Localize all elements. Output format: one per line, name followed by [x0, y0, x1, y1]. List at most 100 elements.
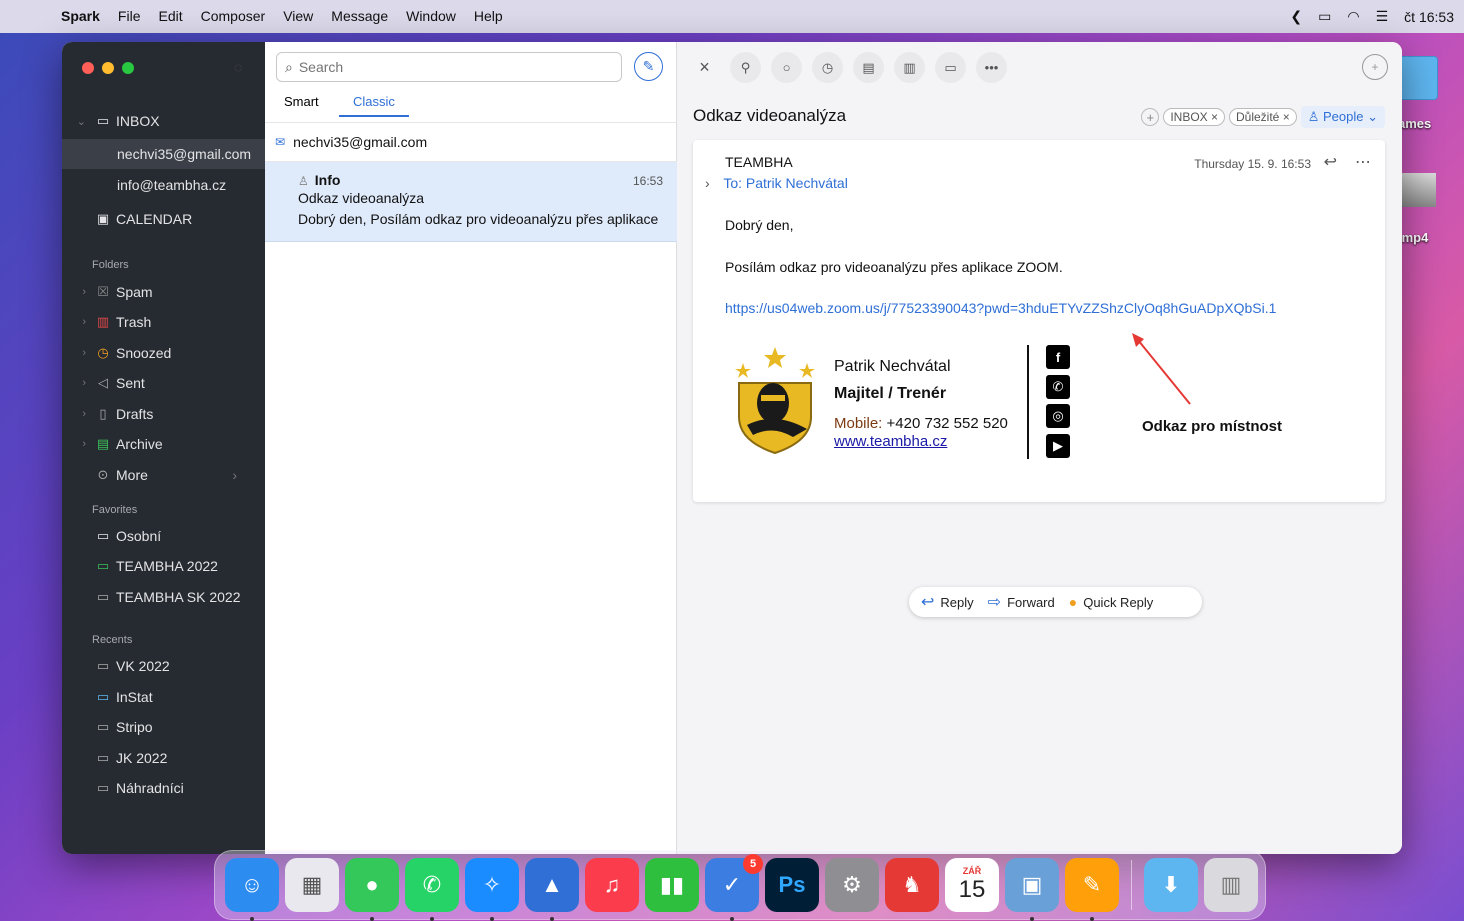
pages-icon[interactable]: ✎: [1065, 858, 1119, 921]
sidebar-item-sent[interactable]: › ◁ Sent: [62, 368, 265, 398]
minimize-window-button[interactable]: [102, 62, 114, 74]
chevron-down-icon[interactable]: ⌄: [62, 115, 92, 128]
sidebar-item-recent[interactable]: ▭ JK 2022: [62, 743, 265, 773]
instagram-icon[interactable]: ◎: [1046, 404, 1070, 428]
red-app-icon[interactable]: ♞: [885, 858, 939, 912]
mark-read-icon[interactable]: ○: [771, 52, 802, 83]
facebook-icon[interactable]: f: [1046, 345, 1070, 369]
messages-icon[interactable]: ●: [345, 858, 399, 921]
more-icon[interactable]: ⋯: [1355, 152, 1371, 172]
desktop-folder-icon[interactable]: [1398, 56, 1438, 100]
sidebar-item-snoozed[interactable]: › ◷ Snoozed: [62, 338, 265, 368]
chevron-right-icon[interactable]: ›: [62, 438, 92, 450]
reply-button[interactable]: ↩ Reply: [921, 592, 974, 612]
move-folder-icon[interactable]: ▭: [935, 52, 966, 83]
tab-smart[interactable]: Smart: [284, 94, 319, 109]
search-input[interactable]: [298, 59, 599, 75]
quick-reply-button[interactable]: ● Quick Reply: [1069, 594, 1154, 610]
menu-window[interactable]: Window: [397, 0, 465, 33]
menu-composer[interactable]: Composer: [192, 0, 275, 33]
chevron-right-icon[interactable]: ›: [62, 347, 92, 359]
list-item[interactable]: ♙ Info 16:53 Odkaz videoanalýza Dobrý den…: [265, 162, 677, 242]
sidebar-item-recent[interactable]: ▭ Náhradníci: [62, 773, 265, 803]
sidebar-item-more[interactable]: ⊙ More ›: [62, 460, 265, 490]
sidebar-account-gmail[interactable]: nechvi35@gmail.com: [62, 139, 265, 169]
chevron-right-icon[interactable]: ›: [62, 408, 92, 420]
sidebar-item-trash[interactable]: › ▥ Trash: [62, 307, 265, 337]
add-label-icon[interactable]: +: [1141, 108, 1160, 126]
safari-icon[interactable]: ✧: [465, 858, 519, 921]
email-recipients[interactable]: › To: Patrik Nechvátal: [705, 175, 848, 191]
sync-icon[interactable]: ◌: [234, 59, 242, 75]
chevron-right-icon[interactable]: ›: [62, 286, 92, 298]
pin-icon[interactable]: ⚲: [730, 52, 761, 83]
signature-website-link[interactable]: www.teambha.cz: [834, 433, 947, 450]
calendar-icon[interactable]: ZÁŘ 15: [945, 858, 999, 912]
close-window-button[interactable]: [82, 62, 94, 74]
sidebar-item-spam[interactable]: › ☒ Spam: [62, 277, 265, 307]
chevron-left-icon[interactable]: ❮: [1290, 8, 1302, 25]
chevron-right-icon[interactable]: ›: [62, 377, 92, 389]
control-center-icon[interactable]: ☰: [1376, 8, 1389, 25]
reply-icon[interactable]: ↩: [1324, 152, 1337, 172]
sidebar-item-drafts[interactable]: › ▯ Drafts: [62, 399, 265, 429]
sidebar-item-favorite[interactable]: ▭ TEAMBHA SK 2022: [62, 582, 265, 612]
system-preferences-icon[interactable]: ⚙: [825, 858, 879, 912]
chevron-right-icon[interactable]: ›: [232, 467, 237, 483]
mail-sender: Info: [314, 172, 341, 188]
tab-classic[interactable]: Classic: [339, 94, 409, 117]
snooze-icon[interactable]: ◷: [812, 52, 843, 83]
trash-icon[interactable]: ▥: [894, 52, 925, 83]
menu-view[interactable]: View: [274, 0, 322, 33]
label-inbox[interactable]: INBOX ×: [1163, 108, 1225, 126]
menu-edit[interactable]: Edit: [149, 0, 191, 33]
people-button[interactable]: ♙ People ⌄: [1300, 106, 1385, 128]
chevron-right-icon[interactable]: ›: [62, 316, 92, 328]
desktop-label-2[interactable]: .mp4: [1398, 230, 1428, 245]
email-to[interactable]: To: Patrik Nechvátal: [723, 175, 848, 191]
sidebar-item-recent[interactable]: ▭ InStat: [62, 682, 265, 712]
tasks-icon[interactable]: ✓ 5: [705, 854, 763, 921]
archive-icon[interactable]: ▤: [853, 52, 884, 83]
close-icon[interactable]: ×: [689, 52, 720, 83]
search-box[interactable]: ⌕: [276, 52, 622, 82]
menu-app-name[interactable]: Spark: [52, 0, 109, 33]
sidebar-item-archive[interactable]: › ▤ Archive: [62, 429, 265, 459]
downloads-folder-icon[interactable]: ⬇: [1144, 858, 1198, 912]
sidebar-item-inbox[interactable]: ⌄ ▭ INBOX: [62, 106, 265, 136]
menu-message[interactable]: Message: [322, 0, 397, 33]
youtube-icon[interactable]: ▶: [1046, 434, 1070, 458]
whatsapp-icon[interactable]: ✆: [405, 858, 459, 921]
zoom-window-button[interactable]: [122, 62, 134, 74]
desktop-video-thumbnail[interactable]: [1400, 173, 1436, 207]
preview-icon[interactable]: ▣: [1005, 858, 1059, 921]
numbers-icon[interactable]: ▮▮: [645, 858, 699, 912]
menu-help[interactable]: Help: [465, 0, 512, 33]
label-important[interactable]: Důležité ×: [1229, 108, 1297, 126]
chevron-right-icon[interactable]: ›: [705, 175, 710, 191]
sidebar-item-recent[interactable]: ▭ Stripo: [62, 712, 265, 742]
compose-button[interactable]: ✎: [634, 52, 663, 81]
more-icon[interactable]: •••: [976, 52, 1007, 83]
sidebar-account-teambha[interactable]: info@teambha.cz: [62, 170, 265, 200]
forward-button[interactable]: ⇨ Forward: [988, 592, 1055, 612]
launchpad-icon[interactable]: ▦: [285, 858, 339, 912]
desktop-label-1[interactable]: ames: [1398, 116, 1431, 131]
sidebar-item-favorite[interactable]: ▭ Osobní: [62, 521, 265, 551]
menu-file[interactable]: File: [109, 0, 150, 33]
trash-icon[interactable]: ▥: [1204, 858, 1258, 912]
menu-clock[interactable]: čt 16:53: [1404, 9, 1454, 25]
sidebar-item-favorite[interactable]: ▭ TEAMBHA 2022: [62, 551, 265, 581]
finder-icon[interactable]: ☺: [225, 858, 279, 921]
wifi-icon[interactable]: ◠: [1347, 8, 1359, 25]
zoom-link[interactable]: https://us04web.zoom.us/j/77523390043?pw…: [725, 300, 1276, 316]
list-account-header[interactable]: ✉ nechvi35@gmail.com: [265, 122, 677, 162]
sidebar-item-recent[interactable]: ▭ VK 2022: [62, 651, 265, 681]
add-person-icon[interactable]: +: [1362, 54, 1388, 80]
whatsapp-icon[interactable]: ✆: [1046, 375, 1070, 399]
spark-icon[interactable]: ▲: [525, 858, 579, 921]
sidebar-item-calendar[interactable]: ▣ CALENDAR: [62, 204, 265, 234]
battery-icon[interactable]: ▭: [1318, 8, 1331, 25]
photoshop-icon[interactable]: Ps: [765, 858, 819, 912]
music-icon[interactable]: ♫: [585, 858, 639, 912]
